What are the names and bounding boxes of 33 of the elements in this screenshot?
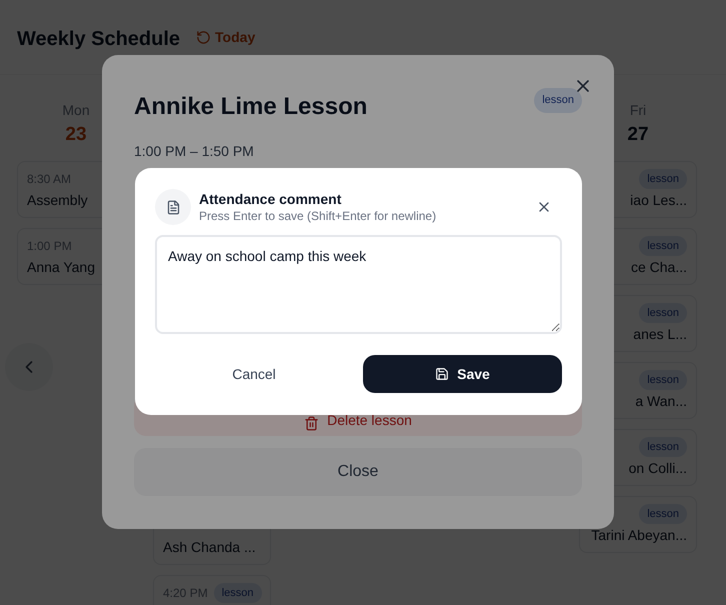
event-tag: lesson — [639, 236, 687, 256]
page-title: Weekly Schedule — [17, 27, 180, 52]
lesson-tag: lesson — [534, 88, 582, 112]
cancel-button[interactable]: Cancel — [155, 355, 353, 393]
event-title: Tarini Abeyan... — [591, 526, 687, 545]
event-tag: lesson — [639, 168, 687, 190]
event-title: a Wan... — [635, 392, 687, 411]
event-tag: lesson — [639, 302, 687, 324]
trash-icon — [304, 416, 320, 431]
event-title: anes L... — [633, 325, 687, 344]
comment-field[interactable]: Away on school camp this week — [155, 235, 562, 334]
dialog-title: Attendance comment — [199, 190, 342, 208]
event-title: ce Cha... — [630, 258, 687, 277]
lesson-time: 1:00 PM – 1:50 PM — [134, 142, 255, 161]
event-tag: lesson — [214, 582, 262, 604]
save-icon — [435, 367, 450, 381]
save-button[interactable]: Save — [363, 355, 562, 393]
event-title: Ash Chanda ... — [163, 538, 256, 557]
event-tag: lesson — [639, 504, 687, 524]
lesson-title: Annike Lime Lesson — [134, 92, 368, 122]
document-icon — [155, 189, 191, 225]
close-button[interactable]: Close — [134, 448, 582, 496]
day-date: 27 — [627, 123, 649, 147]
rotate-icon — [196, 30, 212, 45]
day-date: 23 — [65, 123, 87, 147]
today-button[interactable]: Today — [196, 27, 256, 48]
event-tag: lesson — [639, 436, 687, 458]
event-title: iao Les... — [630, 191, 687, 210]
event-title: on Colli... — [628, 459, 687, 478]
event-tag: lesson — [639, 370, 687, 390]
dialog-hint: Press Enter to save (Shift+Enter for newline) — [199, 208, 438, 224]
event-title: Anna Yang — [27, 258, 95, 277]
event-title: Assembly — [27, 191, 88, 210]
